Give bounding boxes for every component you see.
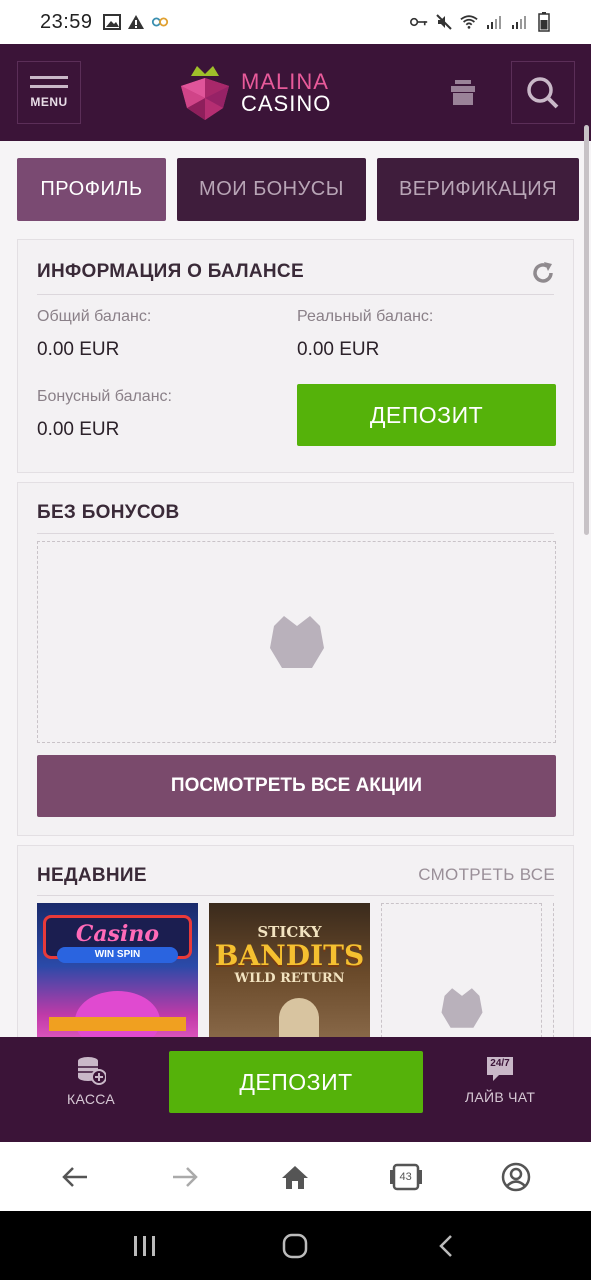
- cashier-button[interactable]: КАССА: [36, 1055, 146, 1107]
- total-balance-value: 0.00 EUR: [37, 339, 120, 360]
- real-balance-label: Реальный баланс:: [297, 308, 434, 325]
- see-all-link[interactable]: СМОТРЕТЬ ВСЕ: [418, 865, 555, 885]
- deposit-button[interactable]: ДЕПОЗИТ: [297, 384, 556, 446]
- chat-24-7-icon: 24/7: [485, 1055, 515, 1083]
- cashier-label: КАССА: [67, 1091, 115, 1107]
- refresh-icon[interactable]: [531, 261, 555, 285]
- game-title-line2: BANDITS: [214, 939, 365, 972]
- raspberry-placeholder-icon: [441, 988, 482, 1028]
- balance-card: ИНФОРМАЦИЯ О БАЛАНСЕ Общий баланс: 0.00 …: [17, 239, 574, 473]
- tab-profile[interactable]: ПРОФИЛЬ: [17, 158, 166, 221]
- status-time: 23:59: [40, 10, 93, 33]
- signal-icon: [485, 13, 503, 31]
- game-title: Casino: [75, 921, 160, 947]
- warning-icon: [127, 13, 145, 31]
- game-tile-casino-win-spin[interactable]: Casino WIN SPIN: [37, 903, 198, 1043]
- back-nav-button[interactable]: [416, 1221, 476, 1271]
- back-button[interactable]: [45, 1152, 105, 1202]
- game-subtitle: WIN SPIN: [57, 947, 178, 963]
- tab-verification[interactable]: ВЕРИФИКАЦИЯ: [377, 158, 579, 221]
- recent-title: НЕДАВНИЕ: [37, 865, 147, 886]
- battery-icon: [535, 12, 553, 32]
- recent-games-card: НЕДАВНИЕ СМОТРЕТЬ ВСЕ Casino WIN SPIN ST…: [17, 845, 574, 1045]
- home-nav-button[interactable]: [265, 1221, 325, 1271]
- live-chat-label: ЛАЙВ ЧАТ: [464, 1089, 536, 1105]
- logo-text-malina: MALINA: [241, 69, 329, 94]
- game-tile-sticky-bandits[interactable]: STICKY BANDITS WILD RETURN: [209, 903, 370, 1043]
- chevron-left-icon: [439, 1234, 452, 1257]
- recent-apps-button[interactable]: [115, 1221, 175, 1271]
- tabs-count: 43: [399, 1170, 412, 1183]
- search-button[interactable]: [511, 61, 575, 124]
- menu-label: MENU: [30, 95, 68, 109]
- game-title-line3: WILD RETURN: [234, 971, 345, 986]
- total-balance-label: Общий баланс:: [37, 308, 152, 325]
- account-button[interactable]: [486, 1152, 546, 1202]
- key-icon: [410, 13, 428, 31]
- site-header: MENU MALINA CASINO: [0, 44, 591, 141]
- game-tile-placeholder[interactable]: [381, 903, 542, 1043]
- divider: [37, 294, 554, 295]
- wifi-icon: [460, 13, 478, 31]
- logo-text-casino: CASINO: [241, 91, 332, 116]
- bonus-placeholder: [37, 541, 556, 743]
- arrow-left-icon: [62, 1166, 88, 1187]
- bonuses-card: БЕЗ БОНУСОВ ПОСМОТРЕТЬ ВСЕ АКЦИИ: [17, 482, 574, 836]
- raspberry-logo-icon: [181, 66, 229, 120]
- divider: [37, 895, 554, 896]
- chat-icon-text: 24/7: [490, 1058, 510, 1069]
- tab-my-bonuses[interactable]: МОИ БОНУСЫ: [177, 158, 366, 221]
- raspberry-placeholder-icon: [269, 616, 324, 668]
- signal-roaming-icon: [510, 13, 528, 31]
- casino-logo[interactable]: MALINA CASINO: [177, 64, 331, 122]
- status-bar: 23:59: [0, 0, 591, 44]
- gallery-icon: [102, 13, 121, 31]
- game-launcher-icon: [151, 13, 169, 31]
- tabs-icon: 43: [389, 1163, 423, 1191]
- android-navigation-bar: [0, 1211, 591, 1280]
- coins-plus-icon: [78, 1057, 106, 1085]
- game-tile-partial: [553, 903, 573, 1043]
- home-button[interactable]: [265, 1152, 325, 1202]
- gift-icon[interactable]: [448, 77, 478, 107]
- bonus-balance-label: Бонусный баланс:: [37, 388, 172, 405]
- arrow-right-icon: [173, 1166, 199, 1187]
- tabs-button[interactable]: 43: [376, 1152, 436, 1202]
- menu-button[interactable]: MENU: [17, 61, 81, 124]
- no-bonuses-title: БЕЗ БОНУСОВ: [37, 502, 180, 523]
- home-icon: [282, 1165, 309, 1189]
- menu-icon: [30, 76, 68, 79]
- browser-navigation-bar: 43: [0, 1142, 591, 1211]
- home-circle-icon: [283, 1233, 308, 1258]
- view-all-promotions-button[interactable]: ПОСМОТРЕТЬ ВСЕ АКЦИИ: [37, 755, 556, 817]
- live-chat-button[interactable]: 24/7 ЛАЙВ ЧАТ: [445, 1055, 555, 1105]
- divider: [37, 533, 554, 534]
- mute-icon: [435, 13, 453, 31]
- balance-title: ИНФОРМАЦИЯ О БАЛАНСЕ: [37, 261, 304, 282]
- search-icon: [527, 76, 559, 108]
- bonus-balance-value: 0.00 EUR: [37, 419, 120, 440]
- scrollbar[interactable]: [584, 125, 589, 535]
- forward-button[interactable]: [155, 1152, 215, 1202]
- bottom-action-bar: КАССА ДЕПОЗИТ 24/7 ЛАЙВ ЧАТ: [0, 1037, 591, 1142]
- user-icon: [501, 1162, 531, 1191]
- recent-apps-icon: [134, 1235, 156, 1256]
- deposit-bottom-button[interactable]: ДЕПОЗИТ: [169, 1051, 423, 1113]
- real-balance-value: 0.00 EUR: [297, 339, 380, 360]
